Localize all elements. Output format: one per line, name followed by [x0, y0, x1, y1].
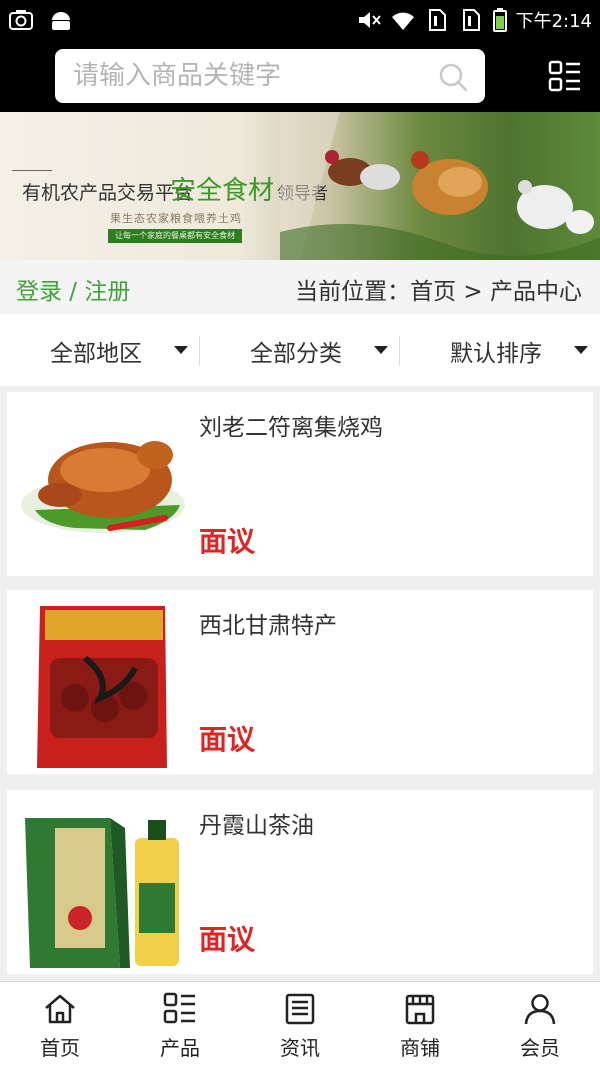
banner-decor-line [12, 170, 52, 171]
bottom-nav: 首页 产品 资讯 商铺 会员 [0, 981, 600, 1067]
news-icon [285, 993, 315, 1025]
header [0, 40, 600, 112]
product-price: 面议 [199, 723, 256, 756]
wifi-icon [391, 12, 414, 30]
nav-news[interactable]: 资讯 [240, 982, 360, 1067]
sim1-icon [428, 9, 446, 31]
nav-shop[interactable]: 商铺 [360, 982, 480, 1067]
filter-category[interactable]: 全部分类 [200, 314, 400, 386]
product-name: 丹霞山茶油 [199, 813, 314, 839]
nav-label: 首页 [40, 1036, 80, 1060]
red-dates-package-image [37, 606, 167, 768]
filter-label: 默认排序 [450, 341, 542, 367]
android-icon [52, 12, 70, 30]
caret-down-icon [374, 346, 388, 354]
banner-title-highlight: 安全食材 [170, 176, 275, 206]
nav-products[interactable]: 产品 [120, 982, 240, 1067]
roast-chicken-image [21, 441, 185, 533]
sim2-icon [462, 9, 480, 31]
nav-label: 会员 [520, 1036, 560, 1060]
tea-oil-box-image [25, 818, 179, 968]
filter-bar: 全部地区 全部分类 默认排序 [0, 314, 600, 386]
mute-icon [358, 12, 381, 28]
caret-down-icon [174, 346, 188, 354]
search-icon[interactable] [437, 61, 469, 93]
product-name: 西北甘肃特产 [199, 613, 337, 639]
breadcrumb-row: 登录 / 注册 当前位置：首页 > 产品中心 [0, 260, 600, 314]
product-name: 刘老二符离集烧鸡 [199, 415, 383, 441]
nav-label: 商铺 [400, 1036, 440, 1060]
filter-label: 全部地区 [50, 341, 142, 367]
nav-member[interactable]: 会员 [480, 982, 600, 1067]
search-box[interactable] [55, 49, 485, 103]
filter-region[interactable]: 全部地区 [0, 314, 200, 386]
grid-menu-icon[interactable] [548, 60, 582, 94]
battery-icon [492, 8, 507, 32]
nav-label: 资讯 [280, 1036, 320, 1060]
nav-label: 产品 [160, 1036, 200, 1060]
product-card[interactable]: 刘老二符离集烧鸡 面议 [7, 392, 593, 576]
filter-sort[interactable]: 默认排序 [400, 314, 600, 386]
banner-title-left: 有机农产品交易平台 [22, 182, 194, 204]
banner-subtitle: 果生态农家粮食喂养土鸡 [110, 212, 242, 225]
banner-tagline: 让每一个家庭的餐桌都有安全食材 [108, 229, 242, 243]
search-input[interactable] [73, 57, 423, 95]
caret-down-icon [574, 346, 588, 354]
camera-icon [9, 10, 33, 30]
status-time: 下午2:14 [515, 11, 592, 32]
login-register-link[interactable]: 登录 / 注册 [16, 272, 130, 306]
home-icon [45, 994, 75, 1024]
product-grid-icon [163, 992, 195, 1024]
product-card[interactable]: 丹霞山茶油 面议 [7, 790, 593, 974]
shop-icon [405, 994, 435, 1025]
promo-banner[interactable]: 有机农产品交易平台 安全食材 领导者 果生态农家粮食喂养土鸡 让每一个家庭的餐桌… [0, 112, 600, 260]
status-bar: 下午2:14 [0, 0, 600, 40]
product-price: 面议 [199, 525, 256, 558]
product-price: 面议 [199, 923, 256, 956]
filter-label: 全部分类 [250, 341, 342, 367]
user-icon [524, 994, 556, 1025]
breadcrumb: 当前位置：首页 > 产品中心 [295, 279, 582, 305]
chickens-image [280, 112, 600, 260]
product-card[interactable]: 西北甘肃特产 面议 [7, 590, 593, 774]
nav-home[interactable]: 首页 [0, 982, 120, 1067]
